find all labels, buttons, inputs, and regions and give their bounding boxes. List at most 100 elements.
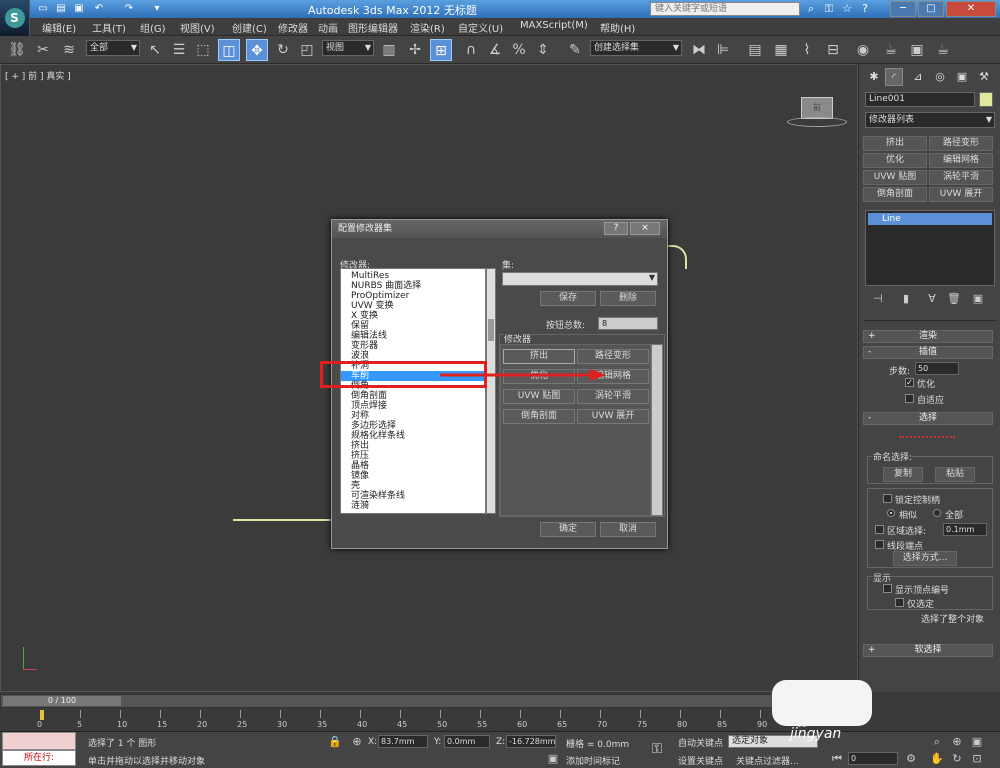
panel-button-unwrap-uvw[interactable]: UVW 展开 xyxy=(577,409,649,424)
undo-icon[interactable]: ↶ xyxy=(92,2,106,15)
mirror-icon[interactable]: ⧓ xyxy=(688,39,710,61)
redo-icon[interactable]: ↷ xyxy=(122,2,136,15)
render-production-icon[interactable]: ☕ xyxy=(932,39,954,61)
optimize-checkbox[interactable]: ✓ xyxy=(905,378,914,387)
absolute-mode-icon[interactable]: ⊕ xyxy=(350,735,364,749)
area-select-spinner[interactable]: 0.1mm xyxy=(943,523,987,536)
listbox-item[interactable]: 倒角剖面 xyxy=(351,391,387,401)
listbox-item[interactable]: 挤压 xyxy=(351,451,369,461)
listbox-item[interactable]: 镜像 xyxy=(351,471,369,481)
menu-help[interactable]: 帮助(H) xyxy=(600,20,635,35)
menu-graph-editors[interactable]: 图形编辑器 xyxy=(348,20,398,35)
adaptive-checkbox[interactable] xyxy=(905,394,914,403)
minimize-button[interactable]: ─ xyxy=(890,1,916,17)
time-tag-icon[interactable]: ▣ xyxy=(546,752,560,766)
listbox-item[interactable]: 多边形选择 xyxy=(351,421,396,431)
key-icon[interactable]: ⚿ xyxy=(822,2,836,16)
zoom-icon[interactable]: ⌕ xyxy=(930,735,944,749)
pan-view-icon[interactable]: ✋ xyxy=(930,752,944,766)
save-set-button[interactable]: 保存 xyxy=(540,291,596,306)
dialog-help-button[interactable]: ? xyxy=(604,222,628,235)
maximize-button[interactable]: □ xyxy=(918,1,944,17)
mod-button-optimize[interactable]: 优化 xyxy=(863,153,927,168)
unlink-icon[interactable]: ✂ xyxy=(32,39,54,61)
mod-button-turbosmooth[interactable]: 涡轮平滑 xyxy=(929,170,993,185)
star-icon[interactable]: ☆ xyxy=(840,2,854,16)
mod-button-bevel-profile[interactable]: 倒角剖面 xyxy=(863,187,927,202)
align-icon[interactable]: ⊫ xyxy=(712,39,734,61)
render-setup-icon[interactable]: ☕ xyxy=(880,39,902,61)
save-file-icon[interactable]: ▣ xyxy=(72,2,86,15)
help-icon[interactable]: ? xyxy=(858,2,872,16)
layer-manager-icon[interactable]: ▤ xyxy=(744,39,766,61)
create-tab-icon[interactable]: ✱ xyxy=(865,68,883,86)
mod-button-path-deform[interactable]: 路径变形 xyxy=(929,136,993,151)
select-and-rotate-icon[interactable]: ↻ xyxy=(272,39,294,61)
sets-dropdown[interactable] xyxy=(502,272,658,286)
time-config-icon[interactable]: ⚙ xyxy=(904,752,918,766)
app-logo[interactable]: S xyxy=(0,0,30,36)
display-tab-icon[interactable]: ▣ xyxy=(953,68,971,86)
auto-key-button[interactable]: 自动关键点 xyxy=(678,736,723,749)
listbox-item[interactable]: 顶点焊接 xyxy=(351,401,387,411)
mod-button-extrude[interactable]: 挤出 xyxy=(863,136,927,151)
menu-animation[interactable]: 动画 xyxy=(318,20,338,35)
bind-space-warp-icon[interactable]: ≋ xyxy=(58,39,80,61)
listbox-item[interactable]: 晶格 xyxy=(351,461,369,471)
hierarchy-tab-icon[interactable]: ⊿ xyxy=(909,68,927,86)
pivot-center-icon[interactable]: ▥ xyxy=(378,39,400,61)
listbox-item[interactable]: NURBS 曲面选择 xyxy=(351,281,421,291)
select-object-icon[interactable]: ↖ xyxy=(144,39,166,61)
listbox-item[interactable]: 保留 xyxy=(351,321,369,331)
stack-item-line[interactable]: Line xyxy=(868,213,992,225)
modify-tab-icon[interactable]: ◜ xyxy=(885,68,903,86)
object-name-field[interactable]: Line001 xyxy=(865,92,975,107)
angle-snap-icon[interactable]: ∡ xyxy=(484,39,506,61)
ok-button[interactable]: 确定 xyxy=(540,522,596,537)
panel-button-turbosmooth[interactable]: 涡轮平滑 xyxy=(577,389,649,404)
similar-radio[interactable] xyxy=(887,509,895,517)
copy-button[interactable]: 复制 xyxy=(883,467,923,482)
select-and-move-icon[interactable]: ✥ xyxy=(246,39,268,61)
close-button[interactable]: ✕ xyxy=(946,1,996,17)
graphite-tools-icon[interactable]: ▦ xyxy=(770,39,792,61)
viewcube-ring[interactable] xyxy=(787,117,847,127)
viewcube[interactable]: 前 xyxy=(801,97,833,119)
go-to-start-icon[interactable]: ⏮ xyxy=(830,752,844,766)
make-unique-icon[interactable]: ∀ xyxy=(925,292,939,306)
panel-button-extrude[interactable]: 挤出 xyxy=(503,349,575,364)
menu-views[interactable]: 视图(V) xyxy=(180,20,215,35)
current-frame-field[interactable]: 0 xyxy=(848,752,898,765)
new-file-icon[interactable]: ▭ xyxy=(36,2,50,15)
object-color-swatch[interactable] xyxy=(979,92,993,107)
select-by-name-icon[interactable]: ☰ xyxy=(168,39,190,61)
menu-tools[interactable]: 工具(T) xyxy=(92,20,126,35)
time-slider-thumb[interactable]: 0 / 100 xyxy=(3,696,121,706)
z-coordinate-field[interactable]: -16.728mm xyxy=(506,735,556,748)
current-frame-marker[interactable] xyxy=(40,710,44,720)
rectangular-selection-icon[interactable]: ⬚ xyxy=(192,39,214,61)
pin-stack-icon[interactable]: ⊣ xyxy=(871,292,885,306)
panel-button-path-deform[interactable]: 路径变形 xyxy=(577,349,649,364)
listbox-item[interactable]: 涟漪 xyxy=(351,501,369,511)
listbox-item[interactable]: 编辑法线 xyxy=(351,331,387,341)
steps-spinner[interactable]: 50 xyxy=(915,362,959,375)
listbox-item[interactable]: 波浪 xyxy=(351,351,369,361)
listbox-item[interactable]: MultiRes xyxy=(351,271,389,281)
edit-named-selection-icon[interactable]: ✎ xyxy=(564,39,586,61)
maxscript-listener[interactable] xyxy=(2,732,76,750)
maxscript-line-label[interactable]: 所在行: xyxy=(2,750,76,766)
show-end-result-icon[interactable]: ▮ xyxy=(899,292,913,306)
search-binoculars-icon[interactable]: ⌕ xyxy=(804,2,818,16)
snaps-toggle-icon[interactable]: ∩ xyxy=(460,39,482,61)
utilities-tab-icon[interactable]: ⚒ xyxy=(975,68,993,86)
listbox-item[interactable]: 规格化样条线 xyxy=(351,431,405,441)
zoom-all-icon[interactable]: ⊕ xyxy=(950,735,964,749)
named-selection-dropdown[interactable]: 创建选择集 xyxy=(590,40,682,56)
listbox-item[interactable]: 挤出 xyxy=(351,441,369,451)
material-editor-icon[interactable]: ◉ xyxy=(852,39,874,61)
window-crossing-icon[interactable]: ◫ xyxy=(218,39,240,61)
rollout-interpolation[interactable]: - 插值 xyxy=(863,346,993,359)
keyboard-shortcut-override-icon[interactable]: ⊞ xyxy=(430,39,452,61)
set-key-button[interactable]: 设置关键点 xyxy=(678,754,723,767)
